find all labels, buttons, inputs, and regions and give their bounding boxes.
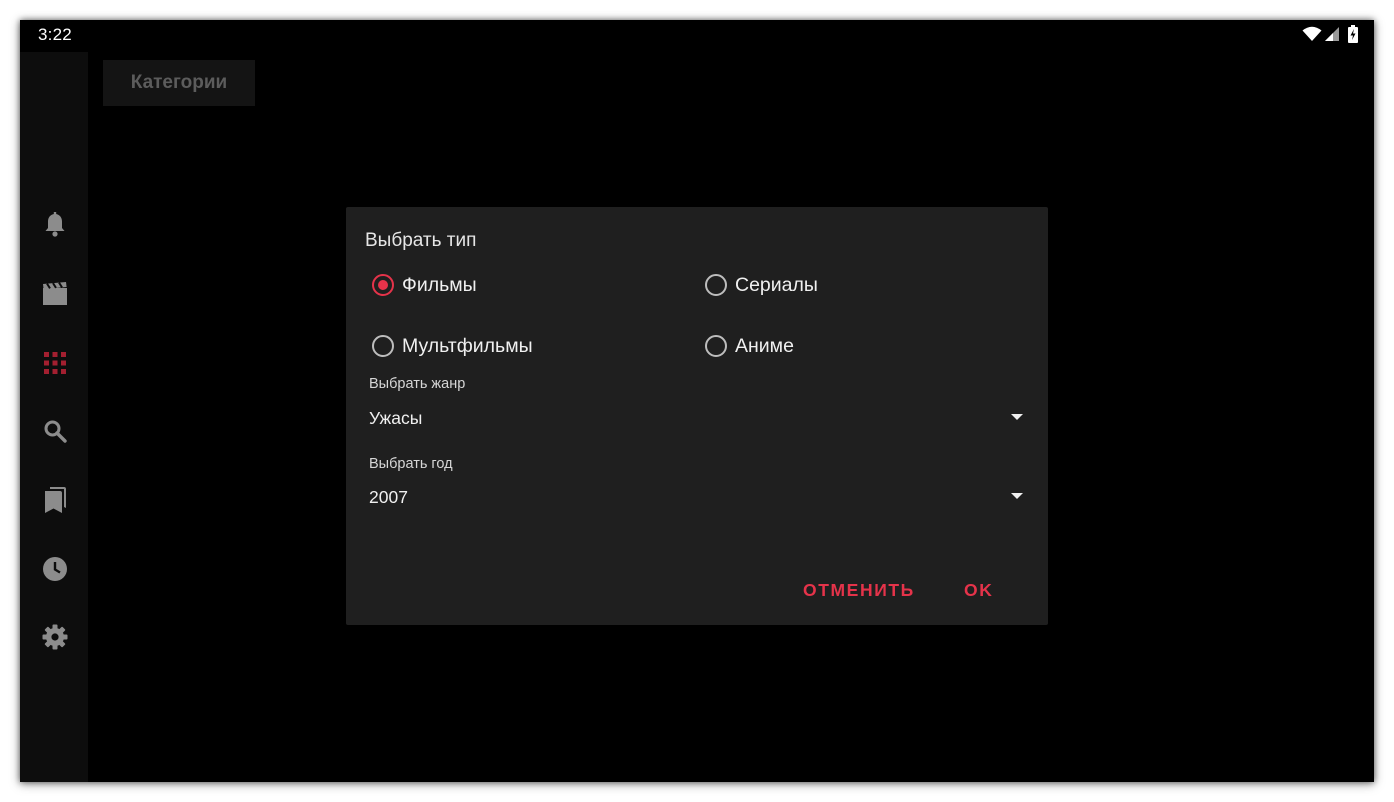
bookmarks-icon <box>43 486 67 519</box>
categories-header[interactable]: Категории <box>103 60 255 106</box>
radio-label: Сериалы <box>735 273 818 296</box>
clock-icon <box>42 556 68 587</box>
radio-label: Аниме <box>735 334 794 357</box>
sidebar-item-notifications[interactable] <box>40 211 70 243</box>
dropdown-arrow-icon <box>1011 493 1023 499</box>
year-label: Выбрать год <box>369 456 453 472</box>
year-select[interactable]: 2007 <box>369 484 1023 514</box>
sidebar-item-search[interactable] <box>40 418 70 448</box>
radio-unchecked-icon <box>372 335 394 357</box>
radio-checked-icon <box>372 274 394 296</box>
wifi-icon <box>1302 26 1322 47</box>
signal-icon <box>1324 26 1340 47</box>
sidebar-item-settings[interactable] <box>40 624 70 654</box>
sidebar-item-bookmarks[interactable] <box>40 486 70 519</box>
dropdown-arrow-icon <box>1011 414 1023 420</box>
radio-unchecked-icon <box>705 335 727 357</box>
status-bar: 3:22 <box>20 20 1374 52</box>
year-value: 2007 <box>369 487 408 507</box>
movie-clapper-icon <box>42 281 68 311</box>
genre-select[interactable]: Ужасы <box>369 405 1023 435</box>
grid-icon <box>44 351 66 379</box>
battery-charging-icon <box>1348 24 1358 48</box>
radio-movies[interactable]: Фильмы <box>372 270 477 300</box>
radio-label: Фильмы <box>402 273 477 296</box>
radio-label: Мультфильмы <box>402 334 533 357</box>
radio-anime[interactable]: Аниме <box>705 331 794 361</box>
filter-dialog: Выбрать тип Фильмы Сериалы Мультфильмы А… <box>346 207 1048 625</box>
bell-icon <box>43 211 67 243</box>
radio-cartoons[interactable]: Мультфильмы <box>372 331 533 361</box>
device-screen: 3:22 Категории Выбрать тип Фильмы Сериал… <box>20 20 1374 782</box>
sidebar-item-history[interactable] <box>40 556 70 586</box>
genre-label: Выбрать жанр <box>369 376 466 392</box>
cancel-button[interactable]: ОТМЕНИТЬ <box>803 577 915 603</box>
sidebar <box>20 52 88 782</box>
sidebar-item-categories[interactable] <box>40 350 70 380</box>
radio-series[interactable]: Сериалы <box>705 270 818 300</box>
search-icon <box>43 419 67 448</box>
status-time: 3:22 <box>38 25 72 44</box>
genre-value: Ужасы <box>369 408 423 428</box>
gear-icon <box>42 624 68 655</box>
radio-unchecked-icon <box>705 274 727 296</box>
sidebar-item-movies[interactable] <box>40 281 70 311</box>
dialog-title: Выбрать тип <box>365 230 477 251</box>
ok-button[interactable]: OK <box>964 577 993 603</box>
status-icons <box>1302 24 1358 48</box>
